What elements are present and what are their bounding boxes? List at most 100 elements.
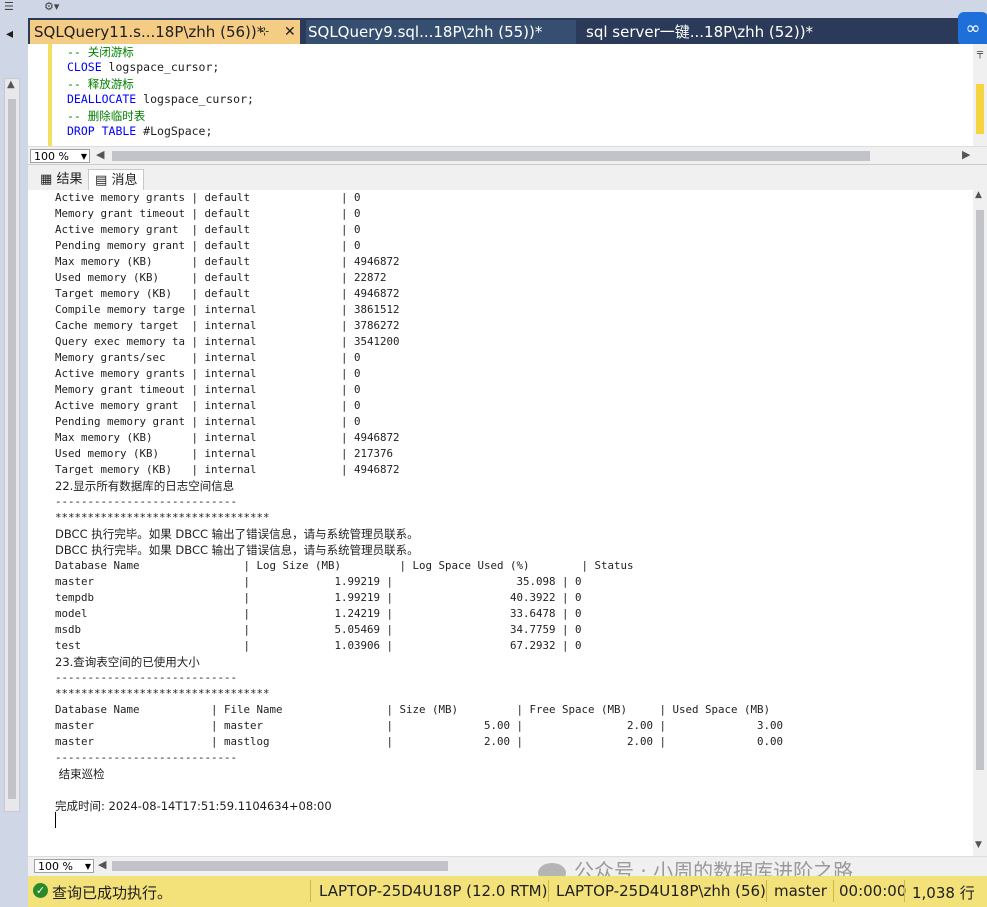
comment-text: -- 关闭游标: [67, 45, 134, 59]
completion-time: 完成时间: 2024-08-14T17:51:59.1104634+08:00: [55, 799, 332, 813]
message-line: Used memory (KB) | default | 22872: [55, 271, 387, 284]
tab-label: 消息: [111, 173, 138, 188]
code-text: logspace_cursor;: [136, 92, 254, 106]
close-icon[interactable]: ✕: [284, 20, 296, 44]
query-editor[interactable]: -- 关闭游标 CLOSE logspace_cursor; -- 释放游标 D…: [28, 44, 987, 146]
message-line: Compile memory targe | internal | 386151…: [55, 303, 400, 316]
message-line: Memory grant timeout | internal | 0: [55, 383, 361, 396]
tab-label: SQLQuery9.sql...18P\zhh (55))*: [308, 23, 543, 41]
table-row: msdb | 5.05469 | 34.7759 | 0: [55, 623, 582, 636]
tab-results[interactable]: ▦ 结果: [34, 169, 88, 191]
server-name: LAPTOP-25D4U18P (12.0 RTM): [319, 882, 548, 900]
message-line: DBCC 执行完毕。如果 DBCC 输出了错误信息，请与系统管理员联系。: [55, 527, 419, 541]
scroll-marker: [976, 84, 984, 134]
elapsed-time: 00:00:00: [839, 882, 907, 900]
editor-horizontal-bar: 100 % ▼ ◀ ▶: [28, 146, 987, 165]
top-toolbar-strip: ☰ ⚙▾: [0, 0, 987, 18]
scroll-left-icon[interactable]: ◀: [98, 858, 106, 871]
tab-label: sql server一键...18P\zhh (52))*: [586, 23, 814, 41]
message-line: Pending memory grant | internal | 0: [55, 415, 361, 428]
message-line: Memory grants/sec | internal | 0: [55, 351, 361, 364]
scroll-thumb[interactable]: [976, 210, 984, 770]
text-caret: [55, 812, 56, 828]
divider: [310, 880, 311, 902]
scroll-down-icon[interactable]: ▼: [975, 840, 982, 850]
comment-text: -- 删除临时表: [67, 109, 146, 123]
divider: [548, 880, 549, 902]
tab-label: 结果: [56, 172, 83, 187]
message-line: DBCC 执行完毕。如果 DBCC 输出了错误信息，请与系统管理员联系。: [55, 543, 419, 557]
messages-pane[interactable]: Active memory grants | default | 0 Memor…: [28, 190, 987, 856]
table-header: Database Name | File Name | Size (MB) | …: [55, 703, 771, 716]
pin-icon[interactable]: ◂: [6, 26, 13, 42]
scroll-up-icon[interactable]: ▲: [975, 190, 982, 200]
message-icon: ▤: [95, 173, 108, 188]
dropdown-icon[interactable]: ⚙▾: [44, 0, 59, 13]
message-line: Target memory (KB) | internal | 4946872: [55, 463, 400, 476]
cloud-icon[interactable]: ∞: [958, 12, 987, 46]
tab-messages[interactable]: ▤ 消息: [88, 169, 145, 192]
editor-gutter: [28, 44, 58, 146]
results-zoom-select[interactable]: 100 % ▼: [34, 859, 94, 873]
scroll-up-icon[interactable]: ▲: [7, 79, 15, 90]
change-marker: [48, 44, 52, 146]
message-line: Active memory grants | internal | 0: [55, 367, 361, 380]
tab-label: SQLQuery11.s...18P\zhh (56))*: [34, 23, 265, 41]
message-line: Cache memory target | internal | 3786272: [55, 319, 400, 332]
login-name: LAPTOP-25D4U18P\zhh (56): [556, 882, 766, 900]
tab-sqlquery11[interactable]: SQLQuery11.s...18P\zhh (56))* ⊹ ✕: [30, 20, 300, 44]
editor-zoom-select[interactable]: 100 % ▼: [30, 149, 90, 163]
left-scrollbar[interactable]: ▲: [4, 78, 20, 812]
message-line: Max memory (KB) | internal | 4946872: [55, 431, 400, 444]
horizontal-scroll-thumb[interactable]: [112, 151, 870, 161]
results-tab-row: ▦ 结果 ▤ 消息: [28, 164, 987, 192]
table-row: model | 1.24219 | 33.6478 | 0: [55, 607, 582, 620]
keyword-text: DEALLOCATE: [67, 92, 137, 106]
left-dock-gutter: ◂ ▲: [0, 18, 28, 907]
scroll-right-icon[interactable]: ▶: [962, 148, 970, 161]
code-text: logspace_cursor;: [101, 60, 220, 74]
divider: [904, 880, 905, 902]
grid-icon: ▦: [40, 172, 53, 187]
results-horizontal-bar: 100 % ▼ ◀ 公众号 · 小周的数据库进阶之路: [28, 856, 987, 883]
divider: [833, 880, 834, 902]
chevron-down-icon: ▼: [84, 862, 91, 871]
message-line: 结束巡检: [55, 767, 105, 781]
success-check-icon: ✓: [33, 883, 48, 898]
tab-sqlquery9[interactable]: SQLQuery9.sql...18P\zhh (55))*: [306, 20, 576, 44]
zoom-value: 100 %: [34, 150, 69, 163]
section-heading: 22.显示所有数据库的日志空间信息: [55, 479, 235, 493]
section-heading: 23.查询表空间的已使用大小: [55, 655, 200, 669]
align-icon[interactable]: ☰: [4, 0, 14, 13]
code-line: -- 删除临时表: [67, 108, 145, 124]
message-line: Used memory (KB) | internal | 217376: [55, 447, 394, 460]
separator-line: ----------------------------: [55, 495, 238, 508]
divider: [766, 880, 767, 902]
table-row: master | 1.99219 | 35.098 | 0: [55, 575, 582, 588]
message-line: Max memory (KB) | default | 4946872: [55, 255, 400, 268]
separator-line: *********************************: [55, 687, 270, 700]
table-row: master | mastlog | 2.00 | 2.00 | 0.00: [55, 735, 784, 748]
code-line: CLOSE logspace_cursor;: [67, 60, 219, 74]
message-line: Active memory grant | default | 0: [55, 223, 361, 236]
message-line: Query exec memory ta | internal | 354120…: [55, 335, 400, 348]
scroll-thumb[interactable]: [8, 99, 16, 799]
horizontal-scroll-thumb[interactable]: [112, 861, 448, 871]
table-row: tempdb | 1.99219 | 40.3922 | 0: [55, 591, 582, 604]
table-header: Database Name | Log Size (MB) | Log Spac…: [55, 559, 634, 572]
messages-vertical-scrollbar[interactable]: ▲ ▼: [973, 190, 987, 856]
message-line: Active memory grants | default | 0: [55, 191, 361, 204]
scroll-left-icon[interactable]: ◀: [96, 148, 104, 161]
separator-line: ----------------------------: [55, 671, 238, 684]
code-line: DEALLOCATE logspace_cursor;: [67, 92, 254, 106]
split-icon[interactable]: ╤: [974, 48, 986, 62]
keyword-text: DROP TABLE: [67, 124, 137, 138]
pin-icon[interactable]: ⊹: [260, 20, 269, 44]
code-text: #LogSpace;: [136, 124, 213, 138]
separator-line: *********************************: [55, 511, 270, 524]
code-line: -- 关闭游标: [67, 44, 134, 60]
status-message: 查询已成功执行。: [52, 884, 173, 902]
message-line: Pending memory grant | default | 0: [55, 239, 361, 252]
code-line: -- 释放游标: [67, 76, 134, 92]
tab-sql-server-script[interactable]: sql server一键...18P\zhh (52))*: [580, 20, 880, 44]
